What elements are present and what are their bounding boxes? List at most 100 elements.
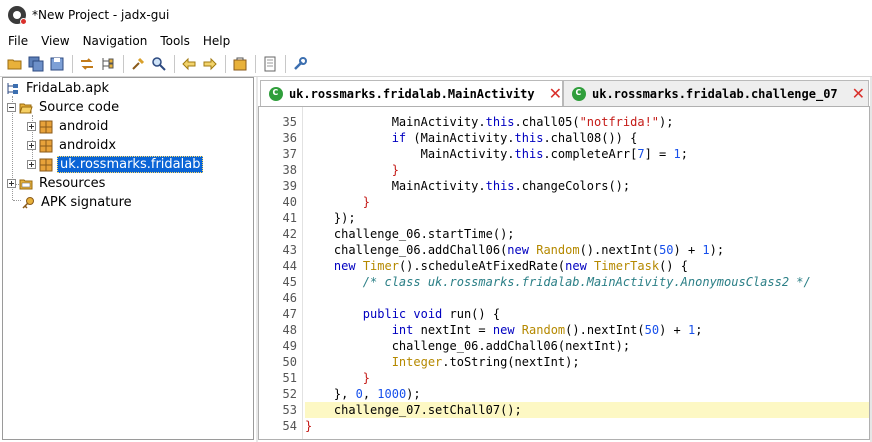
code-line[interactable]: 39 MainActivity.this.changeColors(); (259, 178, 869, 194)
sync-icon[interactable] (77, 54, 97, 74)
code-text: int nextInt = new Random().nextInt(50) +… (305, 322, 869, 338)
menu-file[interactable]: File (8, 34, 28, 48)
code-token: "notfrida!" (579, 115, 660, 129)
code-line[interactable]: 50 Integer.toString(nextInt); (259, 354, 869, 370)
line-number: 44 (282, 259, 297, 273)
line-number: 38 (282, 163, 297, 177)
code-token: new (333, 259, 356, 273)
tree-root[interactable]: FridaLab.apk (6, 79, 111, 98)
tab-challenge07[interactable]: uk.rossmarks.fridalab.challenge_07 ✕ (563, 80, 869, 106)
code-token: new (492, 323, 515, 337)
tree-item-source-code[interactable]: Source code (7, 98, 121, 117)
menu-help[interactable]: Help (203, 34, 230, 48)
save-all-icon[interactable] (26, 54, 46, 74)
code-token: ().scheduleAtFixedRate( (398, 259, 566, 273)
code-line[interactable]: 53 challenge_07.setChall07(); (259, 402, 869, 418)
package-icon (39, 120, 53, 133)
code-token: }); (305, 211, 356, 225)
code-editor[interactable]: 35 MainActivity.this.chall05("notfrida!"… (258, 106, 870, 440)
line-number: 45 (282, 275, 297, 289)
code-line[interactable]: 54} (259, 418, 869, 434)
code-token: .changeColors(); (514, 179, 631, 193)
find-icon[interactable] (149, 54, 169, 74)
code-text: } (305, 162, 869, 178)
tab-label-challenge07: uk.rossmarks.fridalab.challenge_07 (592, 86, 838, 101)
close-tab-icon[interactable]: ✕ (549, 84, 562, 103)
expand-icon[interactable] (27, 122, 36, 131)
code-token: .chall05( (514, 115, 580, 129)
search-icon[interactable] (128, 54, 148, 74)
log-icon[interactable] (260, 54, 280, 74)
code-token: ); (406, 387, 421, 401)
code-token: this (514, 147, 544, 161)
code-line[interactable]: 40 } (259, 194, 869, 210)
tree-item-androidx[interactable]: androidx (27, 136, 118, 155)
preferences-icon[interactable] (290, 54, 310, 74)
line-number: 35 (282, 115, 297, 129)
tab-mainactivity[interactable]: uk.rossmarks.fridalab.MainActivity ✕ (260, 80, 563, 106)
code-line[interactable]: 47 public void run() { (259, 306, 869, 322)
line-number: 37 (282, 147, 297, 161)
code-token: 1000 (377, 387, 407, 401)
tree-item-apk-signature[interactable]: APK signature (21, 193, 134, 212)
code-text: if (MainActivity.this.chall08()) { (305, 130, 869, 146)
class-icon (269, 85, 283, 101)
tree-item-fridalab[interactable]: uk.rossmarks.fridalab (27, 155, 204, 174)
tree-item-resources[interactable]: Resources (7, 174, 107, 193)
flatten-icon[interactable] (98, 54, 118, 74)
code-token: 0 (355, 387, 363, 401)
code-token: new (507, 243, 529, 257)
code-token: if (391, 131, 407, 145)
code-token: new (565, 259, 587, 273)
code-line[interactable]: 49 challenge_06.addChall06(nextInt); (259, 338, 869, 354)
code-line[interactable]: 46 (259, 290, 869, 306)
code-token: Integer (391, 355, 443, 369)
code-token: TimerTask (594, 259, 660, 273)
collapse-icon[interactable] (7, 103, 16, 112)
forward-icon[interactable] (200, 54, 220, 74)
line-number: 49 (282, 339, 297, 353)
menu-tools[interactable]: Tools (160, 34, 190, 48)
code-line[interactable]: 43 challenge_06.addChall06(new Random().… (259, 242, 869, 258)
code-line[interactable]: 44 new Timer().scheduleAtFixedRate(new T… (259, 258, 869, 274)
line-number: 41 (282, 211, 297, 225)
code-token: 1 (673, 147, 681, 161)
line-number: 48 (282, 323, 297, 337)
back-icon[interactable] (179, 54, 199, 74)
menu-navigation[interactable]: Navigation (83, 34, 148, 48)
open-folder-icon[interactable] (5, 54, 25, 74)
tree-label-fridalab: uk.rossmarks.fridalab (57, 156, 204, 173)
code-line[interactable]: 41 }); (259, 210, 869, 226)
code-token: 7 (637, 147, 645, 161)
code-text: /* class uk.rossmarks.fridalab.MainActiv… (305, 274, 869, 290)
code-line[interactable]: 42 challenge_06.startTime(); (259, 226, 869, 242)
code-line[interactable]: 38 } (259, 162, 869, 178)
code-line[interactable]: 51 } (259, 370, 869, 386)
code-text: challenge_07.setChall07(); (305, 402, 869, 418)
code-token: Random (521, 323, 566, 337)
menu-bar: File View Navigation Tools Help (0, 30, 872, 52)
expand-icon[interactable] (27, 160, 36, 169)
expand-icon[interactable] (27, 141, 36, 150)
expand-icon[interactable] (7, 179, 16, 188)
code-line[interactable]: 48 int nextInt = new Random().nextInt(50… (259, 322, 869, 338)
code-token: this (485, 179, 515, 193)
code-line[interactable]: 35 MainActivity.this.chall05("notfrida!"… (259, 114, 869, 130)
code-line[interactable]: 45 /* class uk.rossmarks.fridalab.MainAc… (259, 274, 869, 290)
close-tab-icon[interactable]: ✕ (852, 84, 865, 103)
code-line[interactable]: 37 MainActivity.this.completeArr[7] = 1; (259, 146, 869, 162)
code-token: .completeArr[ (543, 147, 638, 161)
tree-item-android[interactable]: android (27, 117, 110, 136)
code-token: ); (709, 243, 725, 257)
menu-view[interactable]: View (41, 34, 69, 48)
code-line[interactable]: 36 if (MainActivity.this.chall08()) { (259, 130, 869, 146)
class-icon (572, 85, 586, 101)
line-number: 42 (282, 227, 297, 241)
code-line[interactable]: 52 }, 0, 1000); (259, 386, 869, 402)
export-icon[interactable] (47, 54, 67, 74)
code-text: MainActivity.this.changeColors(); (305, 178, 869, 194)
deobfuscate-icon[interactable] (230, 54, 250, 74)
code-token: (MainActivity. (406, 131, 515, 145)
line-number: 52 (282, 387, 297, 401)
